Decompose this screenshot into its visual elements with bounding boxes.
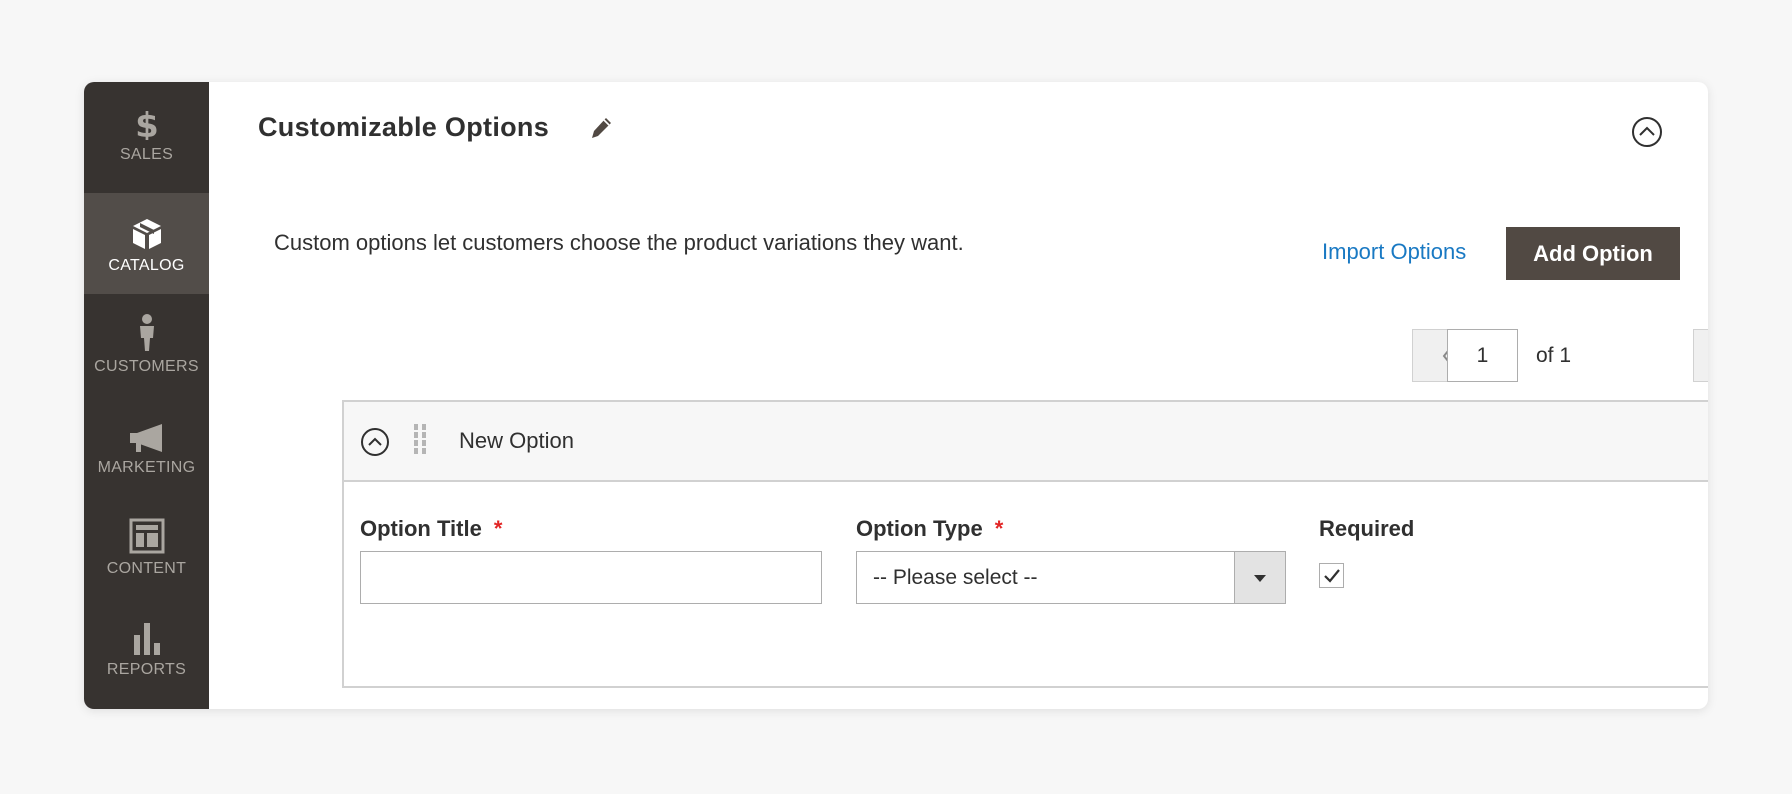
option-type-label-text: Option Type: [856, 516, 983, 541]
required-marker: *: [994, 516, 1004, 541]
pager-page-input[interactable]: [1447, 329, 1518, 382]
option-title-input[interactable]: [360, 551, 822, 604]
option-title-label: Option Title *: [360, 516, 502, 542]
layout-icon: [129, 516, 165, 554]
admin-sidebar: $ SALES CATALOG CUSTOMERS MARKETING CONT…: [84, 82, 209, 709]
required-checkbox[interactable]: [1319, 563, 1344, 588]
add-option-button[interactable]: Add Option: [1506, 227, 1680, 280]
option-type-select[interactable]: -- Please select --: [856, 551, 1286, 604]
sidebar-item-sales[interactable]: $ SALES: [84, 82, 209, 183]
sidebar-item-reports[interactable]: REPORTS: [84, 597, 209, 698]
main-content: Customizable Options Custom options let …: [209, 82, 1708, 709]
dollar-icon: $: [135, 102, 159, 140]
option-type-label: Option Type *: [856, 516, 1003, 542]
megaphone-icon: [128, 415, 166, 453]
sidebar-item-customers[interactable]: CUSTOMERS: [84, 294, 209, 395]
sidebar-item-label: CONTENT: [106, 559, 187, 577]
option-type-value: -- Please select --: [873, 566, 1038, 589]
option-header: New Option: [344, 402, 1708, 482]
collapse-section-icon[interactable]: [1631, 116, 1663, 153]
customizable-options-panel: $ SALES CATALOG CUSTOMERS MARKETING CONT…: [84, 82, 1708, 709]
dropdown-arrow-icon: [1234, 552, 1285, 603]
drag-handle-icon[interactable]: [412, 423, 428, 460]
option-item: New Option Option Title * Option Type * --…: [342, 400, 1708, 688]
sidebar-item-content[interactable]: CONTENT: [84, 496, 209, 597]
sidebar-item-label: MARKETING: [97, 458, 196, 476]
sidebar-item-label: CATALOG: [108, 256, 185, 274]
checkmark-icon: [1323, 568, 1340, 583]
collapse-option-icon[interactable]: [360, 427, 390, 462]
section-description: Custom options let customers choose the …: [274, 230, 964, 255]
person-icon: [136, 313, 158, 352]
pencil-icon[interactable]: [589, 116, 613, 145]
sidebar-item-marketing[interactable]: MARKETING: [84, 395, 209, 496]
section-title: Customizable Options: [258, 112, 550, 142]
required-marker: *: [493, 516, 503, 541]
cube-icon: [131, 213, 163, 251]
sidebar-item-label: CUSTOMERS: [94, 357, 199, 375]
import-options-link[interactable]: Import Options: [1322, 239, 1466, 265]
sidebar-item-label: SALES: [119, 145, 174, 163]
pager-next-button[interactable]: [1693, 329, 1708, 382]
svg-text:$: $: [135, 106, 159, 140]
sidebar-item-label: REPORTS: [106, 660, 187, 678]
required-label: Required: [1319, 516, 1415, 541]
bar-chart-icon: [131, 617, 163, 655]
pager-total: of 1: [1536, 344, 1572, 367]
option-title-label-text: Option Title: [360, 516, 482, 541]
option-name: New Option: [459, 428, 574, 453]
sidebar-item-catalog[interactable]: CATALOG: [84, 193, 209, 294]
